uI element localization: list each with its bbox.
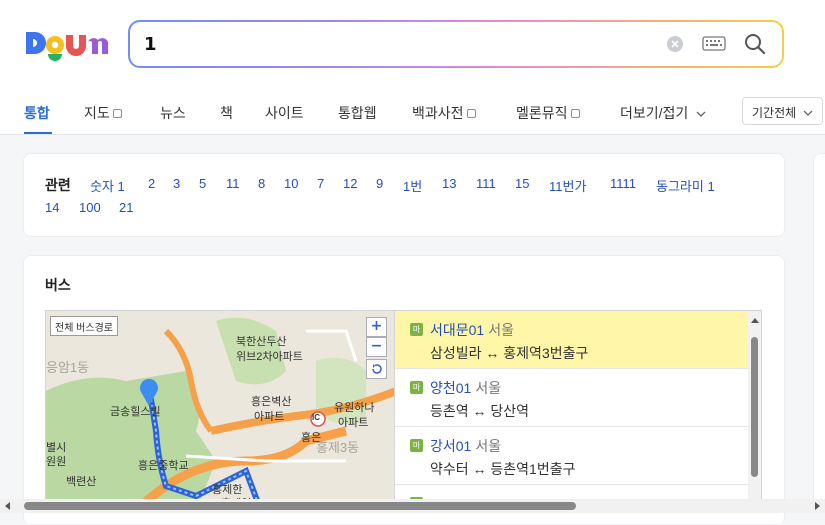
external-box-icon: [112, 109, 122, 118]
tab-integrated[interactable]: 통합: [24, 103, 50, 123]
tab-books[interactable]: 책: [220, 103, 233, 123]
tab-map[interactable]: 지도: [84, 103, 122, 123]
related-link[interactable]: 21: [119, 200, 133, 215]
search-icon[interactable]: [744, 32, 766, 56]
route-description: 삼성빌라 ↔ 홍제역3번출구: [430, 345, 589, 361]
clear-search-icon[interactable]: [667, 36, 683, 52]
active-tab-indicator: [24, 132, 52, 134]
period-filter-button[interactable]: 기간전체: [742, 97, 823, 125]
bus-route-list: 마 서대문01 서울 삼성빌라 ↔ 홍제역3번출구 마 양천01 서울 등촌역 ↔ …: [395, 310, 762, 510]
map-label: 흥은중학교: [138, 460, 189, 472]
scroll-left-arrow-icon[interactable]: [5, 502, 10, 510]
related-link[interactable]: 14: [45, 200, 59, 215]
related-link[interactable]: 10: [284, 176, 298, 191]
search-tabs: 통합 지도 뉴스 책 사이트 통합웹 백과사전 멜론뮤직 더보기/접기 기간전체: [0, 88, 825, 135]
related-link[interactable]: 3: [173, 176, 180, 191]
route-list-scrollbar[interactable]: [748, 311, 761, 510]
related-link[interactable]: 15: [515, 176, 529, 191]
related-searches-card: 관련 숫자 1 2 3 5 11 8 10 7 12 9 1번 13 111 1…: [23, 153, 785, 237]
related-link[interactable]: 11번가: [549, 176, 586, 195]
route-name[interactable]: 강서01 서울: [430, 436, 501, 456]
map-label: 홍제3동: [316, 440, 360, 455]
bus-route-item[interactable]: 마 양천01 서울 등촌역 ↔ 당산역: [395, 369, 748, 427]
zoom-in-button[interactable]: +: [366, 317, 387, 337]
tab-more[interactable]: 더보기/접기: [620, 103, 706, 123]
refresh-icon: [371, 364, 382, 374]
route-name[interactable]: 양천01 서울: [430, 378, 501, 398]
related-link[interactable]: 동그라미 1: [656, 176, 715, 195]
related-link[interactable]: 8: [258, 176, 265, 191]
external-box-icon: [570, 109, 580, 118]
related-link[interactable]: 1번: [403, 176, 422, 195]
scrollbar-thumb[interactable]: [24, 502, 576, 510]
bus-route-item[interactable]: 마 강서01 서울 약수터 ↔ 등촌역1번출구: [395, 427, 748, 485]
bus-section-title: 버스: [45, 277, 71, 293]
related-link[interactable]: 9: [376, 176, 383, 191]
related-link[interactable]: 7: [317, 176, 324, 191]
daum-logo[interactable]: [24, 28, 110, 62]
tab-web[interactable]: 통합웹: [338, 103, 377, 123]
chevron-down-icon: [803, 110, 812, 116]
village-bus-badge: 마: [410, 381, 423, 394]
map-label: 원원: [46, 456, 67, 468]
page-horizontal-scrollbar[interactable]: [0, 499, 825, 513]
zoom-out-button[interactable]: −: [366, 337, 387, 357]
tab-encyclopedia[interactable]: 백과사전: [412, 103, 476, 123]
scroll-right-arrow-icon[interactable]: [815, 502, 820, 510]
map-reset-button[interactable]: [366, 359, 387, 379]
tab-melon[interactable]: 멜론뮤직: [516, 103, 580, 123]
related-link[interactable]: 13: [442, 176, 456, 191]
map-label: 금송힐스빌: [110, 406, 161, 418]
scrollbar-thumb[interactable]: [751, 337, 758, 477]
tab-sites[interactable]: 사이트: [265, 103, 304, 123]
route-description: 등촌역 ↔ 당산역: [430, 403, 530, 419]
map-label: 아파트: [254, 411, 285, 423]
related-link[interactable]: 12: [343, 176, 357, 191]
related-link[interactable]: 숫자 1: [90, 176, 125, 195]
related-link[interactable]: 111: [476, 176, 496, 191]
map-label: 응암1동: [46, 360, 90, 375]
external-box-icon: [466, 109, 476, 118]
map-label: 흥은벽산: [251, 396, 292, 408]
related-title: 관련: [45, 177, 71, 193]
side-panel: [813, 153, 825, 513]
map-label: 백련산: [66, 476, 97, 488]
village-bus-badge: 마: [410, 323, 423, 336]
map-label: 유원하나: [334, 402, 375, 414]
village-bus-badge: 마: [410, 439, 423, 452]
related-link[interactable]: 2: [148, 176, 155, 191]
map-label: 아파트: [338, 417, 369, 429]
tab-news[interactable]: 뉴스: [160, 103, 186, 123]
scroll-up-arrow-icon[interactable]: [751, 318, 759, 323]
related-link[interactable]: 1111: [610, 176, 636, 191]
search-box: [128, 20, 784, 68]
bus-route-map[interactable]: 북한산두산 위브2차아파트 흥은벽산 아파트 유원하나 아파트 금송힐스빌 홍은…: [45, 310, 395, 510]
keyboard-icon[interactable]: [702, 35, 726, 53]
bus-card: 버스 북한산두산 위브2차아파트 흥은벽산 아파트 유원하나 아파트 금송힐스빌…: [23, 255, 785, 525]
map-label: IC: [312, 413, 320, 422]
search-input[interactable]: [144, 32, 644, 56]
route-name[interactable]: 서대문01 서울: [430, 320, 514, 340]
chevron-down-icon: [696, 111, 706, 117]
related-link[interactable]: 100: [79, 200, 101, 215]
related-link[interactable]: 11: [226, 176, 240, 191]
map-label: 북한산두산: [236, 336, 287, 348]
route-description: 약수터 ↔ 등촌역1번출구: [430, 461, 576, 477]
header: [0, 0, 825, 88]
bus-route-item[interactable]: 마 서대문01 서울 삼성빌라 ↔ 홍제역3번출구: [395, 311, 748, 369]
map-label: 위브2차아파트: [236, 351, 303, 363]
related-link[interactable]: 5: [199, 176, 206, 191]
full-route-button[interactable]: 전체 버스경로: [50, 316, 118, 336]
